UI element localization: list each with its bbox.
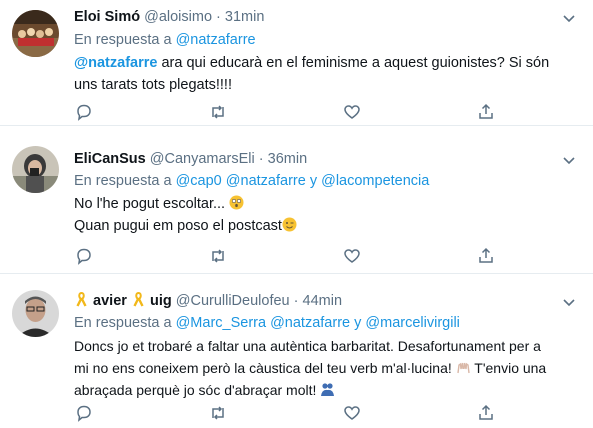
- reply-prefix: En respuesta a: [74, 315, 172, 331]
- tweet-header: EliCanSus @CanyamarsEli · 36min: [74, 149, 307, 169]
- display-name-part[interactable]: avier: [93, 293, 127, 309]
- text-line: Quan pugui em poso el postcast: [74, 218, 282, 234]
- reply-context: En respuesta a @cap0 @natzafarre y @laco…: [74, 171, 429, 191]
- reply-mention[interactable]: @natzafarre: [270, 315, 350, 331]
- reply-mention[interactable]: @cap0: [176, 173, 222, 189]
- action-bar: [74, 102, 574, 122]
- dizzy-face-emoji-icon: [229, 195, 244, 210]
- reply-icon[interactable]: [74, 403, 94, 423]
- yellow-ribbon-icon: [131, 291, 146, 307]
- text-line: No l'he pogut escoltar...: [74, 196, 226, 212]
- share-icon[interactable]: [476, 102, 496, 122]
- user-handle[interactable]: @CurulliDeulofeu: [176, 293, 290, 309]
- display-name-part[interactable]: uig: [150, 293, 172, 309]
- like-icon[interactable]: [342, 403, 362, 423]
- tweet-3[interactable]: avier uig @CurulliDeulofeu · 44min En re…: [0, 274, 593, 424]
- retweet-icon[interactable]: [208, 403, 228, 423]
- tweet-text: @natzafarre ara qui educarà en el femini…: [74, 52, 579, 96]
- user-handle[interactable]: @CanyamarsEli: [150, 151, 255, 167]
- chevron-down-icon[interactable]: [561, 10, 577, 26]
- text-line: uns tarats tots plegats!!!!: [74, 77, 232, 93]
- yellow-ribbon-icon: [74, 291, 89, 307]
- text-line: ara qui educarà en el feminisme a aquest…: [157, 55, 550, 71]
- reply-mention[interactable]: @lacompetencia: [321, 173, 429, 189]
- avatar[interactable]: [12, 290, 59, 337]
- tweet-header: Eloi Simó @aloisimo · 31min: [74, 7, 264, 27]
- text-line: abraçada perquè jo sóc d'abraçar molt!: [74, 382, 317, 398]
- reply-joiner: y: [354, 315, 362, 331]
- user-handle[interactable]: @aloisimo: [144, 9, 212, 25]
- display-name[interactable]: EliCanSus: [74, 151, 146, 167]
- chevron-down-icon[interactable]: [561, 152, 577, 168]
- reply-context: En respuesta a @Marc_Serra @natzafarre y…: [74, 313, 460, 333]
- separator-dot: ·: [258, 151, 264, 167]
- timestamp[interactable]: 31min: [225, 9, 265, 25]
- tweet-header: avier uig @CurulliDeulofeu · 44min: [74, 291, 342, 311]
- separator-dot: ·: [293, 293, 299, 309]
- avatar[interactable]: [12, 10, 59, 57]
- tweet-text: Doncs jo et trobaré a faltar una autènti…: [74, 335, 579, 401]
- avatar[interactable]: [12, 146, 59, 193]
- action-bar: [74, 246, 574, 266]
- chevron-down-icon[interactable]: [561, 294, 577, 310]
- like-icon[interactable]: [342, 246, 362, 266]
- reply-icon[interactable]: [74, 102, 94, 122]
- people-hugging-emoji-icon: [320, 381, 335, 396]
- timestamp[interactable]: 36min: [268, 151, 308, 167]
- raising-hands-emoji-icon: [456, 359, 471, 374]
- share-icon[interactable]: [476, 246, 496, 266]
- reply-joiner: y: [309, 173, 318, 189]
- text-line: T'envio una: [474, 360, 547, 376]
- retweet-icon[interactable]: [208, 246, 228, 266]
- tweet-1[interactable]: Eloi Simó @aloisimo · 31min En respuesta…: [0, 0, 593, 126]
- share-icon[interactable]: [476, 403, 496, 423]
- action-bar: [74, 403, 574, 423]
- reply-prefix: En respuesta a: [74, 32, 172, 48]
- reply-mention[interactable]: @Marc_Serra: [176, 315, 266, 331]
- winking-face-emoji-icon: [282, 217, 297, 232]
- retweet-icon[interactable]: [208, 102, 228, 122]
- mention-link[interactable]: @natzafarre: [74, 55, 157, 71]
- tweet-2[interactable]: EliCanSus @CanyamarsEli · 36min En respu…: [0, 126, 593, 274]
- reply-context: En respuesta a @natzafarre: [74, 30, 256, 50]
- text-line: Doncs jo et trobaré a faltar una autènti…: [74, 338, 541, 354]
- text-line: mi no ens coneixem però la càustica del …: [74, 360, 452, 376]
- reply-mention[interactable]: @marcelivirgili: [365, 315, 459, 331]
- like-icon[interactable]: [342, 102, 362, 122]
- reply-mention[interactable]: @natzafarre: [226, 173, 306, 189]
- timestamp[interactable]: 44min: [303, 293, 343, 309]
- tweet-text: No l'he pogut escoltar... Quan pugui em …: [74, 193, 579, 237]
- display-name[interactable]: Eloi Simó: [74, 9, 140, 25]
- separator-dot: ·: [216, 9, 221, 25]
- reply-prefix: En respuesta a: [74, 173, 172, 189]
- reply-icon[interactable]: [74, 246, 94, 266]
- reply-mention[interactable]: @natzafarre: [176, 32, 256, 48]
